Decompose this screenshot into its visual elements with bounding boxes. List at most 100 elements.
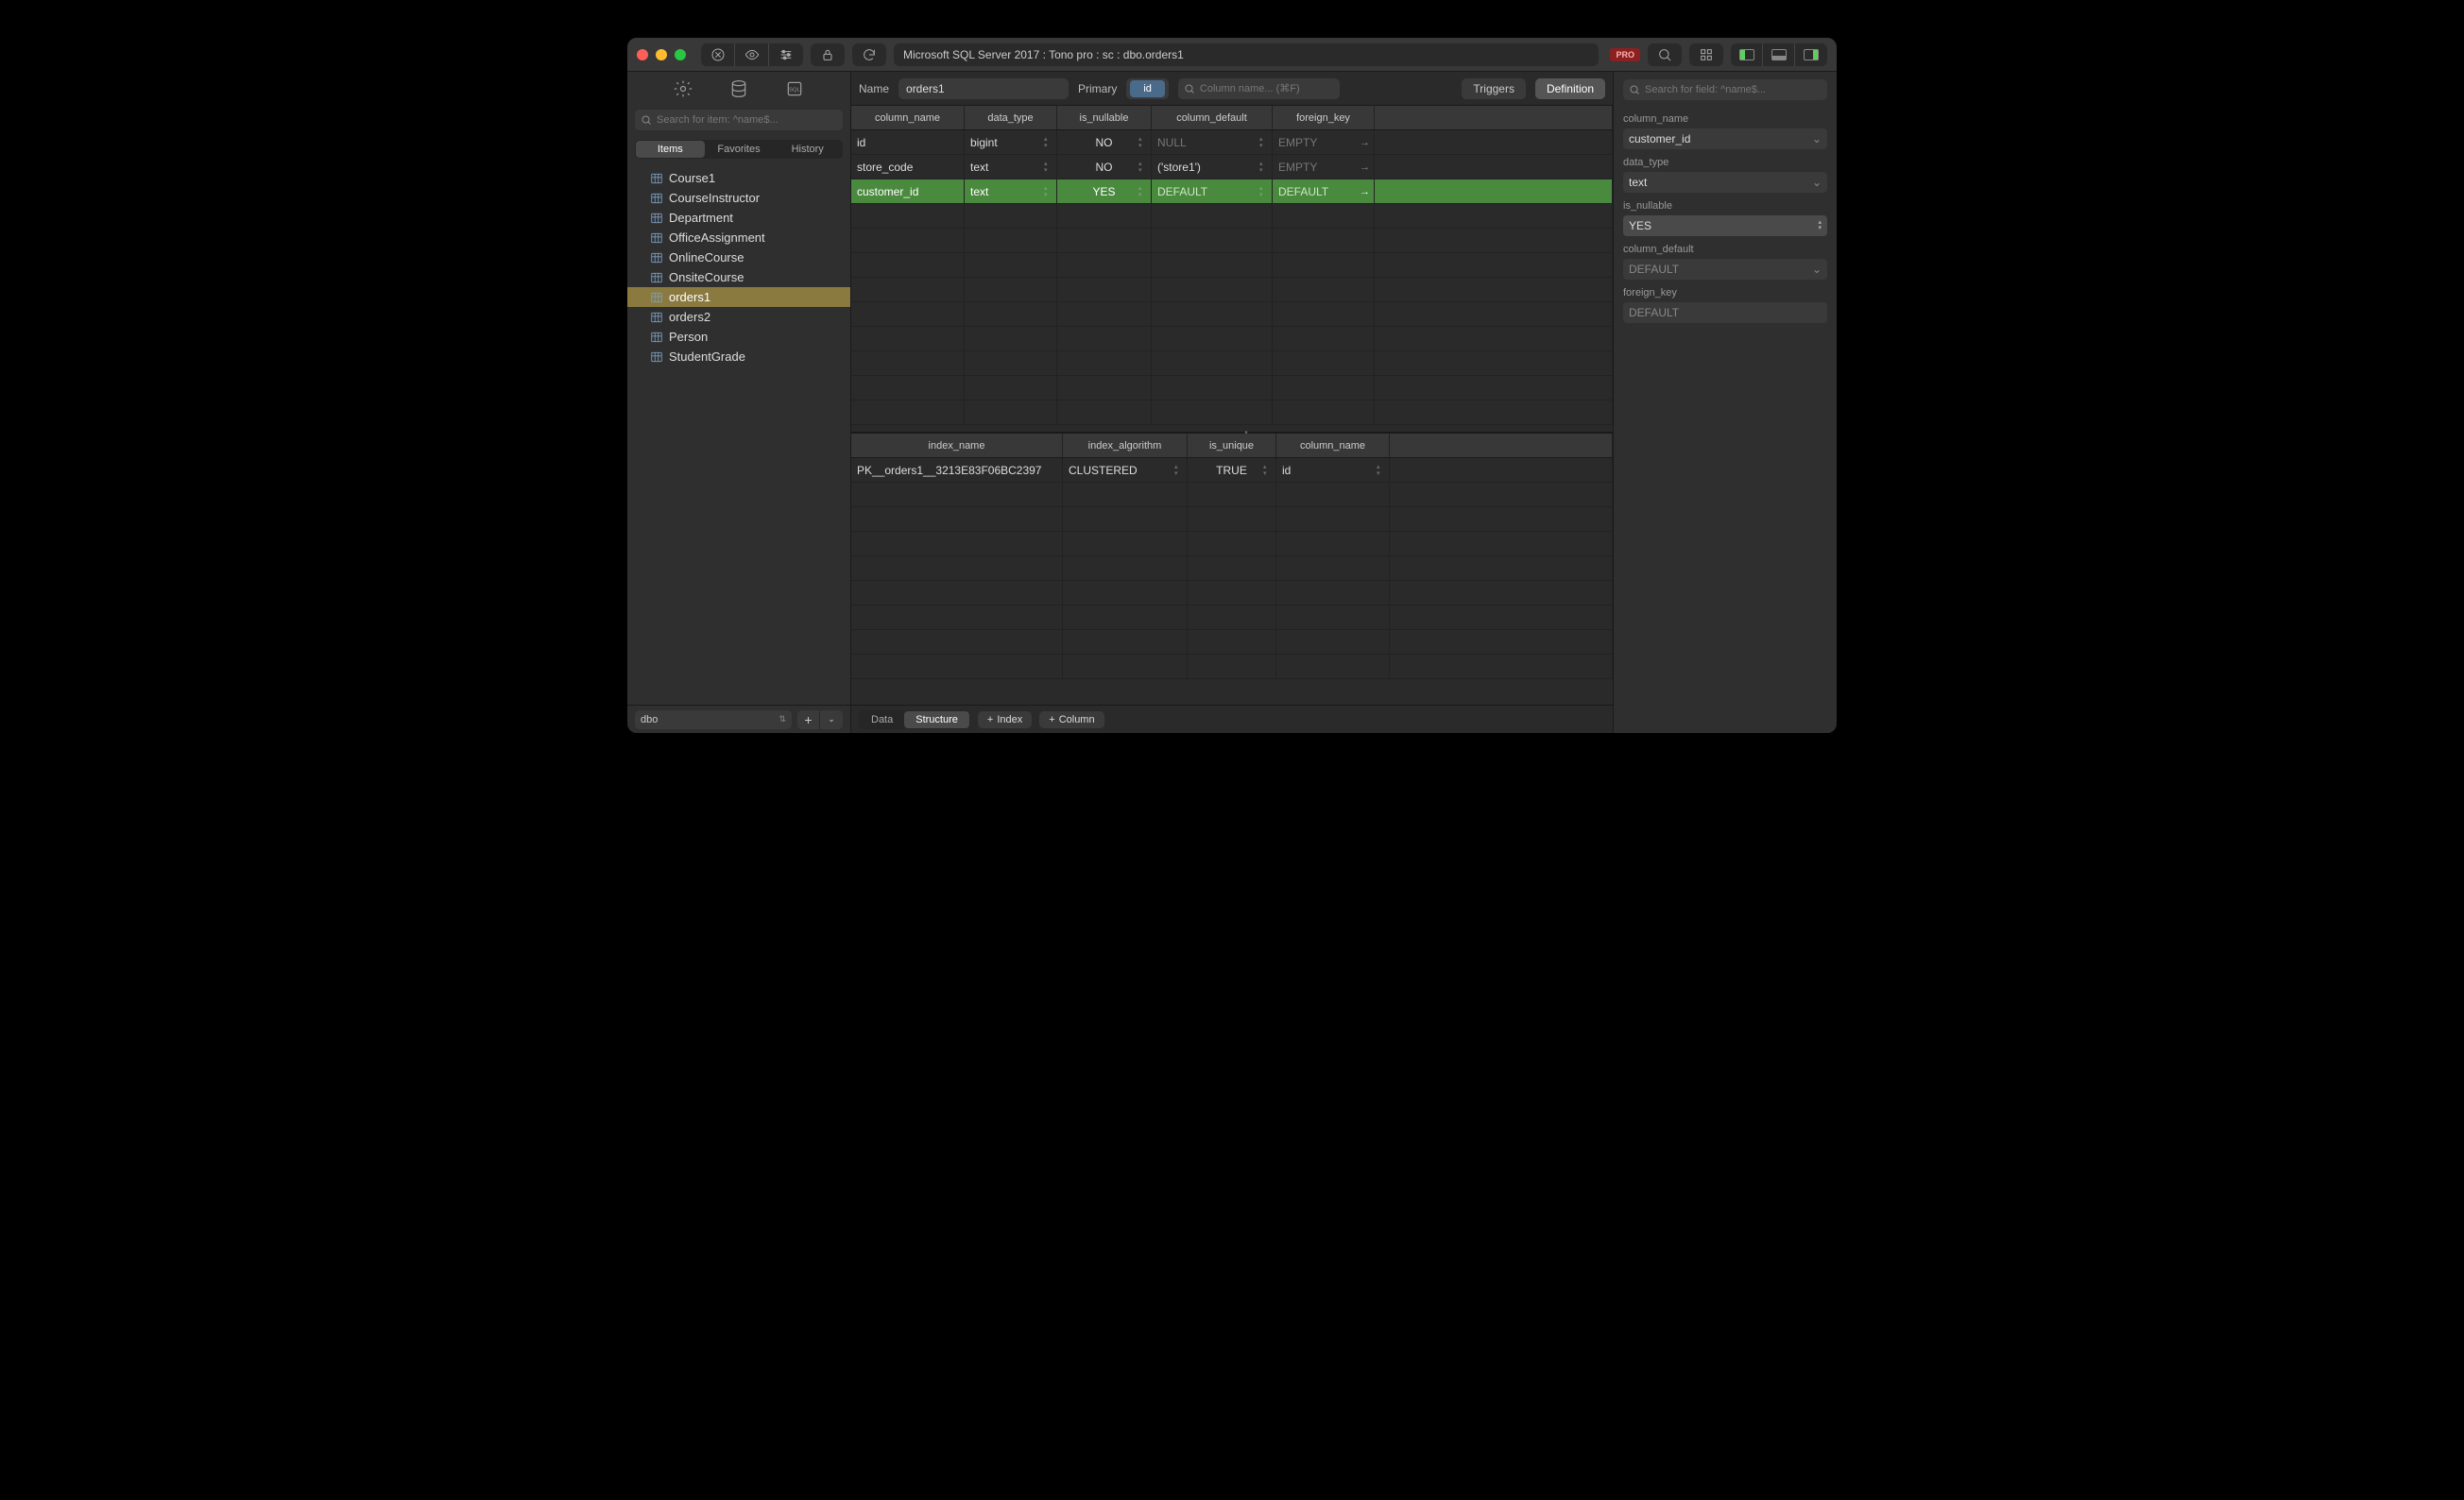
column-row[interactable]: id bigint NO NULL EMPTY→: [851, 130, 1613, 155]
stepper-icon[interactable]: [1138, 136, 1148, 149]
cell-is-nullable[interactable]: YES: [1057, 179, 1152, 203]
cell-foreign-key[interactable]: EMPTY→: [1273, 155, 1375, 179]
cell-index-name[interactable]: PK__orders1__3213E83F06BC2397: [851, 458, 1063, 482]
stepper-icon[interactable]: [1138, 185, 1148, 198]
cell-column-default[interactable]: NULL: [1152, 130, 1273, 154]
header-index-column[interactable]: column_name: [1276, 434, 1390, 457]
header-column-default[interactable]: column_default: [1152, 106, 1273, 129]
tab-items[interactable]: Items: [636, 141, 705, 158]
column-row[interactable]: customer_id text YES DEFAULT DEFAULT→: [851, 179, 1613, 204]
inspector-search-input[interactable]: [1645, 84, 1822, 95]
database-icon[interactable]: [729, 79, 748, 98]
header-index-algorithm[interactable]: index_algorithm: [1063, 434, 1188, 457]
preview-button[interactable]: [735, 43, 769, 66]
insp-field-column-name[interactable]: customer_id: [1623, 128, 1827, 149]
stepper-icon[interactable]: [1259, 185, 1269, 198]
stepper-icon[interactable]: [1377, 464, 1386, 477]
search-button[interactable]: [1648, 43, 1682, 66]
cell-is-nullable[interactable]: NO: [1057, 155, 1152, 179]
sidebar-search-box[interactable]: [635, 110, 843, 130]
columns-body[interactable]: id bigint NO NULL EMPTY→ store_code text…: [851, 130, 1613, 432]
cell-is-unique[interactable]: TRUE: [1188, 458, 1276, 482]
stepper-icon[interactable]: [1138, 161, 1148, 174]
close-window-button[interactable]: [637, 49, 648, 60]
header-foreign-key[interactable]: foreign_key: [1273, 106, 1375, 129]
disconnect-button[interactable]: [701, 43, 735, 66]
cell-column-name[interactable]: customer_id: [851, 179, 965, 203]
sidebar-item-onsitecourse[interactable]: OnsiteCourse: [627, 267, 850, 287]
minimize-window-button[interactable]: [656, 49, 667, 60]
insp-field-data-type[interactable]: text: [1623, 172, 1827, 193]
sidebar-item-orders2[interactable]: orders2: [627, 307, 850, 327]
grid-view-button[interactable]: [1689, 43, 1723, 66]
cell-foreign-key[interactable]: EMPTY→: [1273, 130, 1375, 154]
layout-right-panel-button[interactable]: [1795, 43, 1827, 66]
arrow-right-icon[interactable]: →: [1360, 186, 1370, 197]
column-search-input[interactable]: [1200, 83, 1334, 94]
triggers-button[interactable]: Triggers: [1462, 78, 1526, 99]
table-name-input[interactable]: [898, 78, 1069, 99]
arrow-right-icon[interactable]: →: [1360, 162, 1370, 173]
stepper-icon[interactable]: [1174, 464, 1184, 477]
column-search-box[interactable]: [1178, 78, 1340, 99]
insp-field-foreign-key[interactable]: DEFAULT: [1623, 302, 1827, 323]
lock-button[interactable]: [811, 43, 845, 66]
sidebar-item-orders1[interactable]: orders1: [627, 287, 850, 307]
add-column-button[interactable]: +Column: [1039, 711, 1104, 728]
add-item-button[interactable]: +: [797, 710, 820, 729]
footer-dropdown-button[interactable]: ⌄: [820, 710, 843, 729]
header-index-name[interactable]: index_name: [851, 434, 1063, 457]
stepper-icon[interactable]: [1263, 464, 1273, 477]
indexes-body[interactable]: PK__orders1__3213E83F06BC2397 CLUSTERED …: [851, 458, 1613, 705]
cell-column-name[interactable]: store_code: [851, 155, 965, 179]
arrow-right-icon[interactable]: →: [1360, 137, 1370, 148]
maximize-window-button[interactable]: [675, 49, 686, 60]
activity-icon[interactable]: [674, 79, 693, 98]
column-row[interactable]: store_code text NO ('store1') EMPTY→: [851, 155, 1613, 179]
add-index-button[interactable]: +Index: [978, 711, 1032, 728]
sidebar-item-course1[interactable]: Course1: [627, 168, 850, 188]
stepper-icon[interactable]: [1259, 161, 1269, 174]
stepper-icon[interactable]: [1044, 185, 1053, 198]
header-data-type[interactable]: data_type: [965, 106, 1057, 129]
insp-field-is-nullable[interactable]: YES ▴▾: [1623, 215, 1827, 236]
definition-button[interactable]: Definition: [1535, 78, 1605, 99]
cell-column-name[interactable]: id: [851, 130, 965, 154]
inspector-search-box[interactable]: [1623, 79, 1827, 100]
cell-data-type[interactable]: text: [965, 155, 1057, 179]
tab-history[interactable]: History: [773, 141, 842, 158]
stepper-icon[interactable]: [1044, 161, 1053, 174]
stepper-icon[interactable]: [1259, 136, 1269, 149]
layout-bottom-panel-button[interactable]: [1763, 43, 1795, 66]
cell-column-default[interactable]: ('store1'): [1152, 155, 1273, 179]
settings-lines-button[interactable]: [769, 43, 803, 66]
sidebar-item-courseinstructor[interactable]: CourseInstructor: [627, 188, 850, 208]
cell-data-type[interactable]: text: [965, 179, 1057, 203]
cell-is-nullable[interactable]: NO: [1057, 130, 1152, 154]
primary-key-field[interactable]: id: [1126, 78, 1169, 99]
cell-data-type[interactable]: bigint: [965, 130, 1057, 154]
view-structure-button[interactable]: Structure: [904, 711, 969, 728]
sidebar-item-onlinecourse[interactable]: OnlineCourse: [627, 247, 850, 267]
sql-icon[interactable]: SQL: [785, 79, 804, 98]
cell-index-column[interactable]: id: [1276, 458, 1390, 482]
layout-left-panel-button[interactable]: [1731, 43, 1763, 66]
header-is-nullable[interactable]: is_nullable: [1057, 106, 1152, 129]
schema-select[interactable]: dbo ⇅: [635, 710, 792, 729]
breadcrumb[interactable]: Microsoft SQL Server 2017 : Tono pro : s…: [894, 43, 1599, 66]
cell-column-default[interactable]: DEFAULT: [1152, 179, 1273, 203]
header-column-name[interactable]: column_name: [851, 106, 965, 129]
stepper-icon[interactable]: [1044, 136, 1053, 149]
sidebar-item-person[interactable]: Person: [627, 327, 850, 347]
sidebar-item-studentgrade[interactable]: StudentGrade: [627, 347, 850, 366]
header-is-unique[interactable]: is_unique: [1188, 434, 1276, 457]
view-data-button[interactable]: Data: [860, 711, 904, 728]
sidebar-item-officeassignment[interactable]: OfficeAssignment: [627, 228, 850, 247]
cell-index-alg[interactable]: CLUSTERED: [1063, 458, 1188, 482]
insp-field-column-default[interactable]: DEFAULT: [1623, 259, 1827, 280]
index-row[interactable]: PK__orders1__3213E83F06BC2397 CLUSTERED …: [851, 458, 1613, 483]
sidebar-search-input[interactable]: [657, 114, 837, 126]
refresh-button[interactable]: [852, 43, 886, 66]
cell-foreign-key[interactable]: DEFAULT→: [1273, 179, 1375, 203]
split-handle[interactable]: [1232, 429, 1260, 436]
